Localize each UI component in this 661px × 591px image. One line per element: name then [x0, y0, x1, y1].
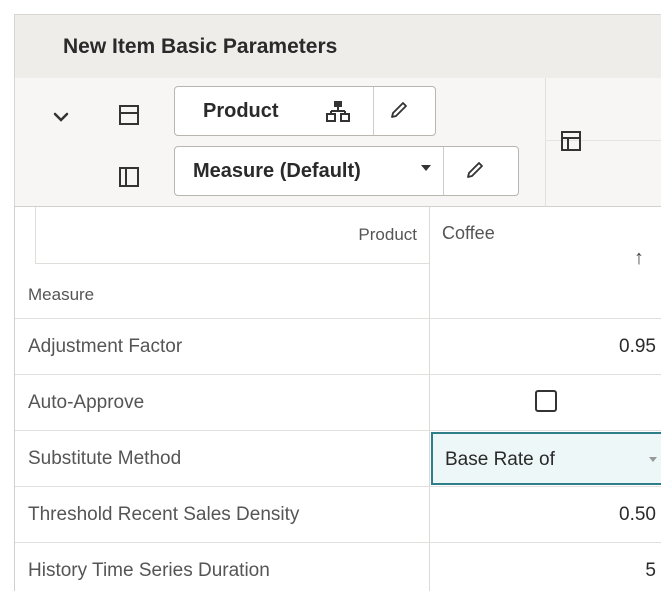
row-label: Threshold Recent Sales Density — [28, 504, 300, 525]
row-edge-selector[interactable]: Product — [174, 86, 436, 136]
panel-header: New Item Basic Parameters — [14, 14, 661, 78]
chevron-down-icon[interactable] — [50, 106, 72, 128]
pivot-layout-icon[interactable] — [560, 130, 582, 152]
column-edge-label: Measure (Default) — [193, 159, 361, 182]
column-layout-icon[interactable] — [118, 166, 140, 188]
grid-rows: Adjustment Factor 0.95 Auto-Approve Subs… — [15, 318, 661, 591]
row-label: History Time Series Duration — [28, 560, 270, 581]
toolbar-separator — [545, 78, 546, 206]
row-label: Adjustment Factor — [28, 336, 183, 357]
data-grid: Product Measure Coffee ↑ Adjustment Fact… — [14, 206, 661, 591]
corner-product-label: Product — [358, 225, 417, 244]
row-edge-label: Product — [203, 99, 279, 122]
table-row: Auto-Approve — [15, 374, 661, 430]
column-header-coffee[interactable]: Coffee ↑ — [430, 207, 661, 318]
row-label: Substitute Method — [28, 448, 182, 469]
pencil-icon[interactable] — [464, 159, 486, 181]
dropdown-arrow-icon[interactable] — [421, 165, 431, 171]
pivot-toolbar: Product Measure (Default) — [14, 78, 661, 206]
column-edge-selector[interactable]: Measure (Default) — [174, 146, 519, 196]
row-label: Auto-Approve — [28, 392, 145, 413]
row-layout-icon[interactable] — [118, 104, 140, 126]
pill-divider — [443, 147, 444, 195]
parameters-panel: New Item Basic Parameters Product Measur… — [0, 0, 661, 591]
hierarchy-icon[interactable] — [326, 99, 350, 123]
panel-title: New Item Basic Parameters — [63, 34, 338, 58]
cell-value[interactable]: 0.50 — [619, 504, 656, 526]
table-row: Substitute Method Base Rate of — [15, 430, 661, 486]
pencil-icon[interactable] — [388, 99, 410, 121]
corner-measure-label: Measure — [28, 285, 95, 304]
select-value: Base Rate of — [445, 449, 555, 470]
sort-ascending-icon[interactable]: ↑ — [634, 247, 644, 270]
grid-corner: Product Measure — [15, 207, 429, 318]
cell-value[interactable]: 5 — [645, 560, 656, 582]
column-header-label: Coffee — [442, 223, 495, 243]
corner-divider — [35, 263, 429, 264]
dropdown-arrow-icon[interactable] — [649, 457, 657, 462]
substitute-method-select[interactable]: Base Rate of — [431, 432, 661, 485]
pill-divider — [373, 87, 374, 135]
table-row: Adjustment Factor 0.95 — [15, 318, 661, 374]
auto-approve-checkbox[interactable] — [535, 390, 557, 412]
table-row: History Time Series Duration 5 — [15, 542, 661, 591]
cell-value[interactable]: 0.95 — [619, 336, 656, 358]
table-row: Threshold Recent Sales Density 0.50 — [15, 486, 661, 542]
corner-divider — [35, 207, 36, 263]
